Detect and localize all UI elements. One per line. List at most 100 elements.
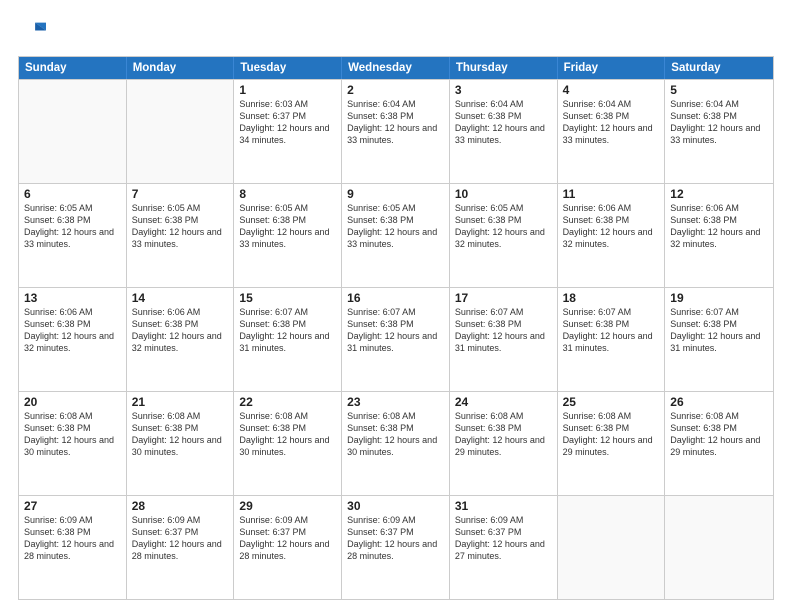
calendar-cell-3-2: 22Sunrise: 6:08 AM Sunset: 6:38 PM Dayli… [234,392,342,495]
page: SundayMondayTuesdayWednesdayThursdayFrid… [0,0,792,612]
calendar-cell-4-2: 29Sunrise: 6:09 AM Sunset: 6:37 PM Dayli… [234,496,342,599]
day-number: 31 [455,499,552,513]
calendar-cell-4-1: 28Sunrise: 6:09 AM Sunset: 6:37 PM Dayli… [127,496,235,599]
calendar-cell-1-5: 11Sunrise: 6:06 AM Sunset: 6:38 PM Dayli… [558,184,666,287]
calendar-cell-3-5: 25Sunrise: 6:08 AM Sunset: 6:38 PM Dayli… [558,392,666,495]
day-detail: Sunrise: 6:04 AM Sunset: 6:38 PM Dayligh… [563,98,660,147]
day-number: 25 [563,395,660,409]
day-number: 24 [455,395,552,409]
day-detail: Sunrise: 6:04 AM Sunset: 6:38 PM Dayligh… [455,98,552,147]
day-number: 11 [563,187,660,201]
weekday-header-sunday: Sunday [19,57,127,79]
day-detail: Sunrise: 6:04 AM Sunset: 6:38 PM Dayligh… [670,98,768,147]
day-detail: Sunrise: 6:09 AM Sunset: 6:37 PM Dayligh… [347,514,444,563]
calendar-cell-2-2: 15Sunrise: 6:07 AM Sunset: 6:38 PM Dayli… [234,288,342,391]
calendar-cell-0-3: 2Sunrise: 6:04 AM Sunset: 6:38 PM Daylig… [342,80,450,183]
calendar-cell-4-0: 27Sunrise: 6:09 AM Sunset: 6:38 PM Dayli… [19,496,127,599]
calendar-cell-1-0: 6Sunrise: 6:05 AM Sunset: 6:38 PM Daylig… [19,184,127,287]
day-number: 29 [239,499,336,513]
day-detail: Sunrise: 6:08 AM Sunset: 6:38 PM Dayligh… [455,410,552,459]
day-detail: Sunrise: 6:08 AM Sunset: 6:38 PM Dayligh… [670,410,768,459]
calendar-cell-1-2: 8Sunrise: 6:05 AM Sunset: 6:38 PM Daylig… [234,184,342,287]
day-number: 17 [455,291,552,305]
day-number: 3 [455,83,552,97]
day-number: 16 [347,291,444,305]
calendar-cell-3-0: 20Sunrise: 6:08 AM Sunset: 6:38 PM Dayli… [19,392,127,495]
calendar-cell-0-5: 4Sunrise: 6:04 AM Sunset: 6:38 PM Daylig… [558,80,666,183]
weekday-header-friday: Friday [558,57,666,79]
day-detail: Sunrise: 6:07 AM Sunset: 6:38 PM Dayligh… [239,306,336,355]
calendar-body: 1Sunrise: 6:03 AM Sunset: 6:37 PM Daylig… [19,79,773,599]
calendar-cell-0-1 [127,80,235,183]
day-detail: Sunrise: 6:05 AM Sunset: 6:38 PM Dayligh… [455,202,552,251]
calendar-cell-4-5 [558,496,666,599]
day-number: 8 [239,187,336,201]
calendar-cell-1-4: 10Sunrise: 6:05 AM Sunset: 6:38 PM Dayli… [450,184,558,287]
calendar-cell-1-3: 9Sunrise: 6:05 AM Sunset: 6:38 PM Daylig… [342,184,450,287]
day-number: 4 [563,83,660,97]
day-detail: Sunrise: 6:05 AM Sunset: 6:38 PM Dayligh… [347,202,444,251]
day-number: 22 [239,395,336,409]
calendar-header: SundayMondayTuesdayWednesdayThursdayFrid… [19,57,773,79]
calendar-cell-2-5: 18Sunrise: 6:07 AM Sunset: 6:38 PM Dayli… [558,288,666,391]
day-number: 19 [670,291,768,305]
day-number: 30 [347,499,444,513]
weekday-header-monday: Monday [127,57,235,79]
calendar-cell-2-1: 14Sunrise: 6:06 AM Sunset: 6:38 PM Dayli… [127,288,235,391]
weekday-header-wednesday: Wednesday [342,57,450,79]
day-number: 20 [24,395,121,409]
day-number: 27 [24,499,121,513]
calendar-cell-4-3: 30Sunrise: 6:09 AM Sunset: 6:37 PM Dayli… [342,496,450,599]
day-detail: Sunrise: 6:06 AM Sunset: 6:38 PM Dayligh… [132,306,229,355]
day-detail: Sunrise: 6:09 AM Sunset: 6:37 PM Dayligh… [239,514,336,563]
day-detail: Sunrise: 6:09 AM Sunset: 6:38 PM Dayligh… [24,514,121,563]
day-detail: Sunrise: 6:06 AM Sunset: 6:38 PM Dayligh… [563,202,660,251]
calendar-cell-2-0: 13Sunrise: 6:06 AM Sunset: 6:38 PM Dayli… [19,288,127,391]
calendar-row-1: 6Sunrise: 6:05 AM Sunset: 6:38 PM Daylig… [19,183,773,287]
day-number: 26 [670,395,768,409]
day-detail: Sunrise: 6:05 AM Sunset: 6:38 PM Dayligh… [24,202,121,251]
day-detail: Sunrise: 6:08 AM Sunset: 6:38 PM Dayligh… [347,410,444,459]
header [18,18,774,46]
day-detail: Sunrise: 6:06 AM Sunset: 6:38 PM Dayligh… [670,202,768,251]
day-detail: Sunrise: 6:08 AM Sunset: 6:38 PM Dayligh… [563,410,660,459]
day-number: 23 [347,395,444,409]
calendar-cell-4-6 [665,496,773,599]
day-number: 14 [132,291,229,305]
calendar-cell-3-3: 23Sunrise: 6:08 AM Sunset: 6:38 PM Dayli… [342,392,450,495]
calendar-cell-3-4: 24Sunrise: 6:08 AM Sunset: 6:38 PM Dayli… [450,392,558,495]
weekday-header-tuesday: Tuesday [234,57,342,79]
day-detail: Sunrise: 6:03 AM Sunset: 6:37 PM Dayligh… [239,98,336,147]
logo-icon [18,18,46,46]
day-number: 28 [132,499,229,513]
day-number: 5 [670,83,768,97]
weekday-header-saturday: Saturday [665,57,773,79]
calendar-cell-0-2: 1Sunrise: 6:03 AM Sunset: 6:37 PM Daylig… [234,80,342,183]
calendar-cell-0-4: 3Sunrise: 6:04 AM Sunset: 6:38 PM Daylig… [450,80,558,183]
day-detail: Sunrise: 6:04 AM Sunset: 6:38 PM Dayligh… [347,98,444,147]
calendar-row-3: 20Sunrise: 6:08 AM Sunset: 6:38 PM Dayli… [19,391,773,495]
calendar-cell-1-1: 7Sunrise: 6:05 AM Sunset: 6:38 PM Daylig… [127,184,235,287]
day-detail: Sunrise: 6:07 AM Sunset: 6:38 PM Dayligh… [347,306,444,355]
day-detail: Sunrise: 6:09 AM Sunset: 6:37 PM Dayligh… [132,514,229,563]
day-detail: Sunrise: 6:08 AM Sunset: 6:38 PM Dayligh… [239,410,336,459]
day-detail: Sunrise: 6:05 AM Sunset: 6:38 PM Dayligh… [239,202,336,251]
day-detail: Sunrise: 6:05 AM Sunset: 6:38 PM Dayligh… [132,202,229,251]
day-detail: Sunrise: 6:07 AM Sunset: 6:38 PM Dayligh… [670,306,768,355]
day-number: 12 [670,187,768,201]
calendar-cell-2-6: 19Sunrise: 6:07 AM Sunset: 6:38 PM Dayli… [665,288,773,391]
weekday-header-thursday: Thursday [450,57,558,79]
day-number: 1 [239,83,336,97]
day-number: 13 [24,291,121,305]
day-detail: Sunrise: 6:08 AM Sunset: 6:38 PM Dayligh… [132,410,229,459]
calendar-cell-1-6: 12Sunrise: 6:06 AM Sunset: 6:38 PM Dayli… [665,184,773,287]
day-number: 6 [24,187,121,201]
day-detail: Sunrise: 6:08 AM Sunset: 6:38 PM Dayligh… [24,410,121,459]
calendar-row-2: 13 Sunrise: 6:06 AM Sunset: 6:38 PM Dayli… [19,287,773,391]
day-number: 15 [239,291,336,305]
calendar-cell-0-0 [19,80,127,183]
calendar-row-0: 1Sunrise: 6:03 AM Sunset: 6:37 PM Daylig… [19,79,773,183]
calendar: SundayMondayTuesdayWednesdayThursdayFrid… [18,56,774,600]
calendar-cell-2-4: 17Sunrise: 6:07 AM Sunset: 6:38 PM Dayli… [450,288,558,391]
day-number: 10 [455,187,552,201]
